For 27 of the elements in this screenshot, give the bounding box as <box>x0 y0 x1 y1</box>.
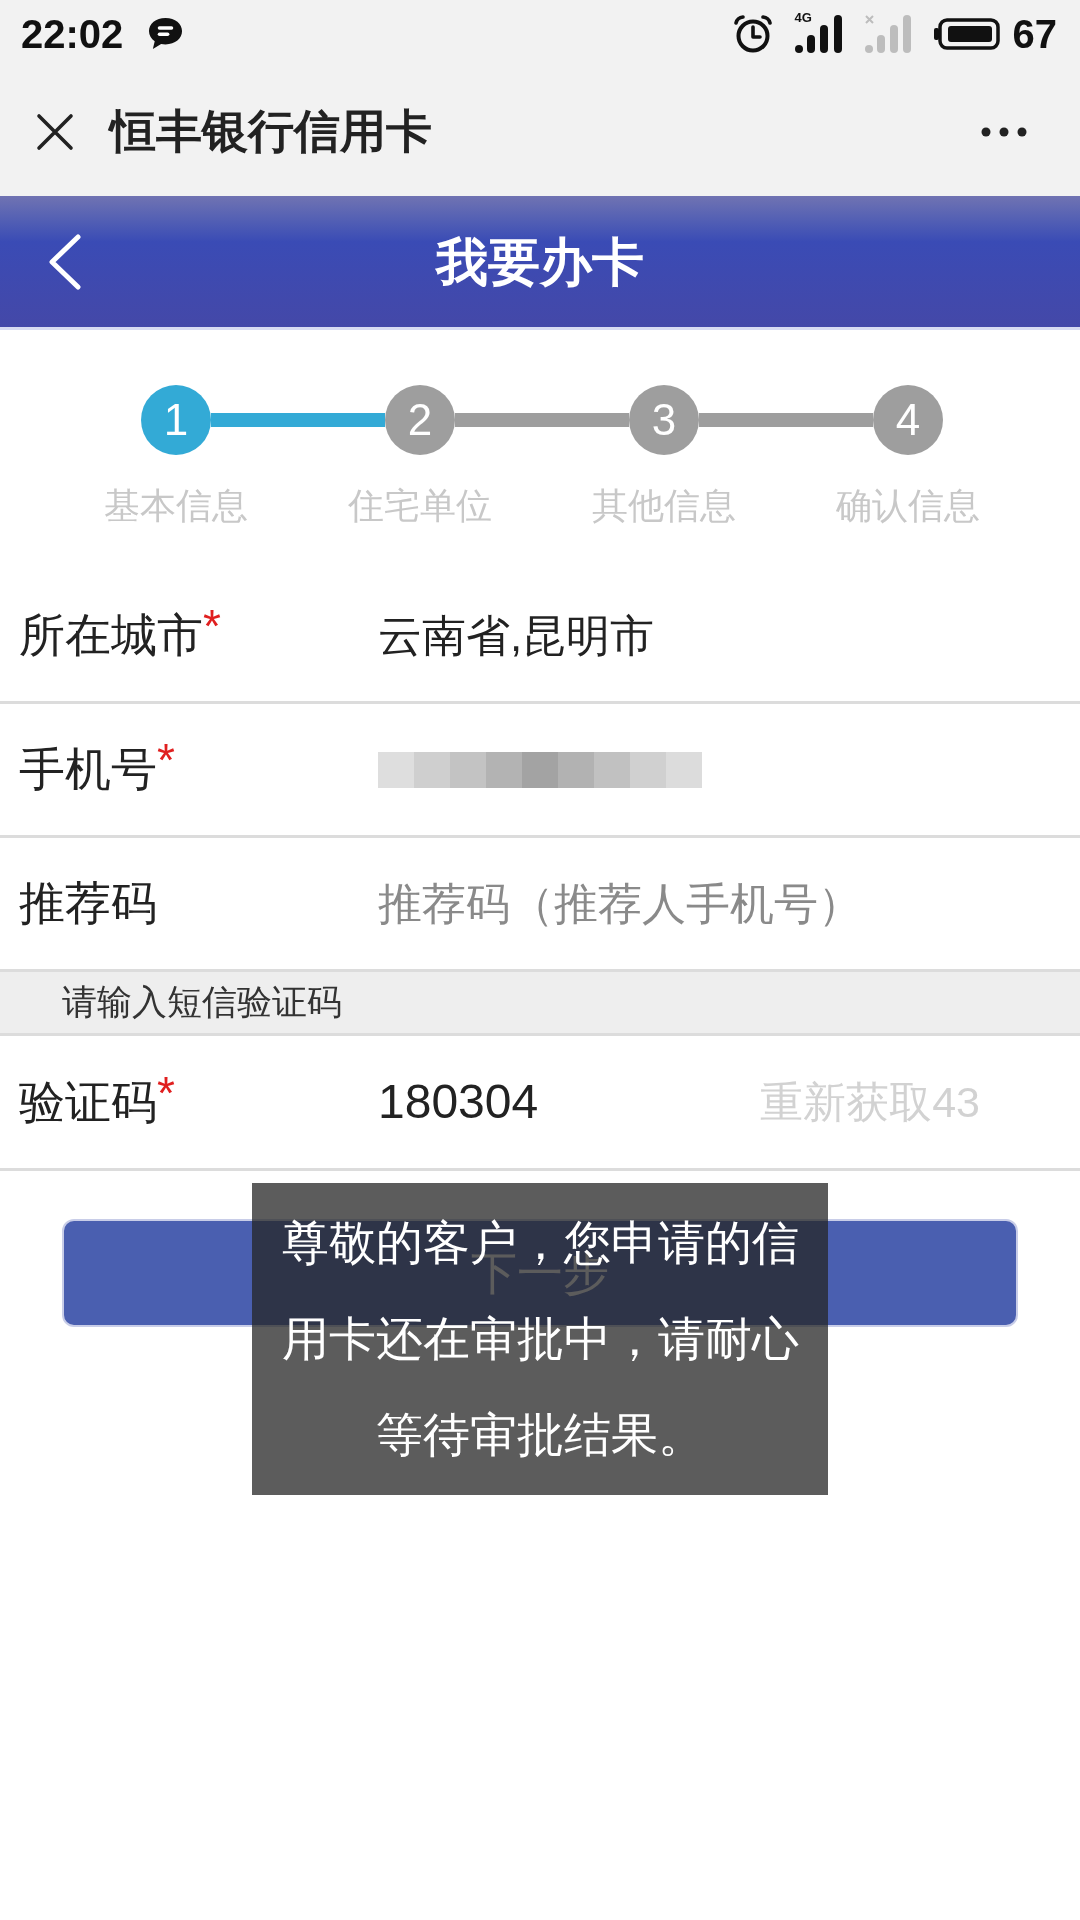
section-hint: 请输入短信验证码 <box>62 981 342 1024</box>
sms-code-field[interactable]: 180304 <box>378 1066 539 1138</box>
close-button[interactable] <box>36 112 74 151</box>
back-button[interactable] <box>47 233 81 290</box>
required-mark: * <box>203 603 221 649</box>
field-label: 所在城市 <box>19 608 203 663</box>
required-mark: * <box>157 1069 175 1116</box>
city-field[interactable]: 云南省,昆明市 <box>378 602 655 669</box>
more-button[interactable] <box>981 125 1027 138</box>
battery-icon <box>933 17 1000 50</box>
signal-bars-icon <box>794 14 844 53</box>
header-title: 我要办卡 <box>436 231 644 293</box>
field-label: 验证码 <box>19 1074 157 1130</box>
required-mark: * <box>157 737 175 783</box>
close-icon <box>36 112 74 151</box>
page-title: 恒丰银行信用卡 <box>110 104 432 159</box>
alarm-clock-icon <box>732 13 773 54</box>
status-time: 22:02 <box>21 10 124 58</box>
field-label: 推荐码 <box>19 876 157 931</box>
network-type: 4G <box>794 10 812 24</box>
battery-level: 67 <box>1012 10 1057 58</box>
field-label: 手机号 <box>19 742 157 797</box>
back-chevron-icon <box>47 233 81 290</box>
referral-code-field[interactable]: 推荐码（推荐人手机号） <box>378 873 938 934</box>
signal-bars-icon <box>864 14 911 53</box>
chat-bubble-icon <box>147 16 185 51</box>
more-icon <box>981 125 1027 138</box>
